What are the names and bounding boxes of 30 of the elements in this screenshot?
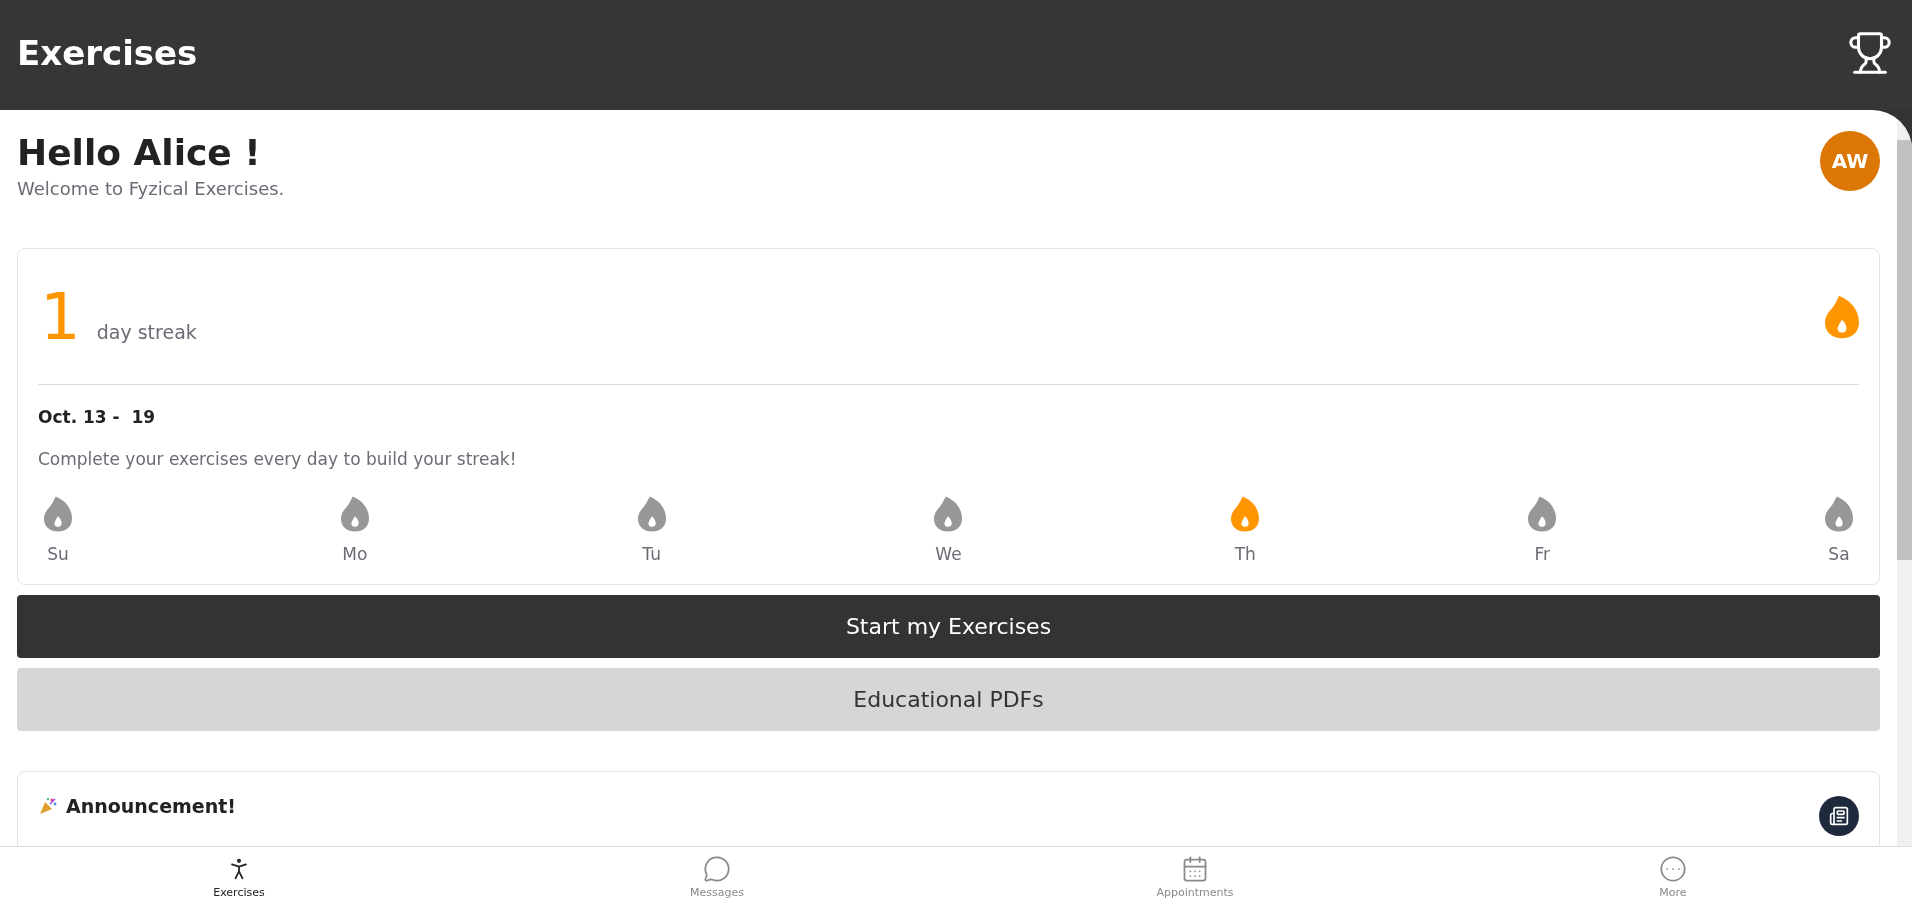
flame-icon xyxy=(1825,294,1859,339)
nav-tab[interactable]: More xyxy=(1434,847,1912,903)
day-label: Mo xyxy=(342,543,368,566)
streak-hint: Complete your exercises every day to build your streak! xyxy=(38,447,518,471)
start-exercises-button[interactable]: Start my Exercises xyxy=(17,594,1880,658)
newspaper-icon[interactable] xyxy=(1819,795,1859,836)
scrollbar-thumb[interactable] xyxy=(1897,140,1912,560)
chat-bubble-icon xyxy=(703,855,731,883)
more-icon xyxy=(1659,855,1687,883)
nav-tab[interactable]: Appointments xyxy=(956,847,1434,903)
day-label: Su xyxy=(47,543,69,566)
nav-tab[interactable]: Exercises xyxy=(0,847,478,903)
day-label: Tu xyxy=(642,543,661,566)
greeting-subtitle: Welcome to Fyzical Exercises. xyxy=(17,177,285,201)
week-range: Oct. 13 - 19 xyxy=(38,406,157,429)
day-label: Th xyxy=(1234,543,1256,566)
day-label: Fr xyxy=(1534,543,1550,566)
greeting-title: Hello Alice ! xyxy=(17,131,262,175)
streak-label: day streak xyxy=(96,319,197,345)
page-title: Exercises xyxy=(17,31,198,75)
day-label: Sa xyxy=(1828,543,1850,566)
calendar-icon xyxy=(1181,855,1209,883)
educational-pdfs-button[interactable]: Educational PDFs xyxy=(17,667,1880,731)
announcement-title: Announcement! xyxy=(66,793,236,819)
trophy-icon[interactable] xyxy=(1847,30,1893,76)
party-popper-icon xyxy=(38,795,58,816)
day-label: We xyxy=(935,543,962,566)
streak-count: 1 xyxy=(40,284,81,349)
nav-tab[interactable]: Messages xyxy=(478,847,956,903)
user-avatar[interactable]: AW xyxy=(1820,131,1880,191)
